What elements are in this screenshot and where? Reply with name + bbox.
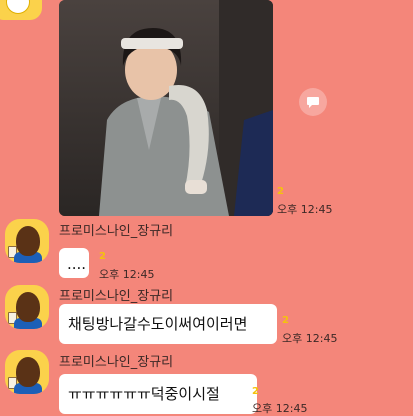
- avatar[interactable]: [5, 285, 49, 329]
- avatar-top[interactable]: [0, 0, 42, 20]
- share-button[interactable]: [299, 88, 327, 116]
- message-time: 오후 12:45: [99, 268, 155, 281]
- message-time: 오후 12:45: [252, 402, 308, 415]
- duck-character-icon: [6, 0, 30, 14]
- speech-bubble-icon: [307, 97, 319, 108]
- message-time: 오후 12:45: [277, 203, 333, 216]
- sender-name: 프로미스나인_장규리: [59, 355, 174, 370]
- message-time: 오후 12:45: [282, 332, 338, 345]
- photo-message[interactable]: [59, 0, 273, 216]
- unread-count: 2: [282, 315, 289, 326]
- photo-image: [59, 0, 273, 216]
- message-bubble[interactable]: ㅠㅠㅠㅠㅠㅠ덕중이시절: [59, 374, 257, 414]
- sender-name: 프로미스나인_장규리: [59, 289, 174, 304]
- unread-count: 2: [99, 251, 106, 262]
- message-bubble[interactable]: ....: [59, 248, 89, 278]
- avatar[interactable]: [5, 350, 49, 394]
- sender-name: 프로미스나인_장규리: [59, 224, 174, 239]
- unread-count: 2: [252, 386, 259, 397]
- avatar[interactable]: [5, 219, 49, 263]
- message-bubble[interactable]: 채팅방나갈수도이써여이러면: [59, 304, 277, 344]
- unread-count: 2: [277, 186, 284, 197]
